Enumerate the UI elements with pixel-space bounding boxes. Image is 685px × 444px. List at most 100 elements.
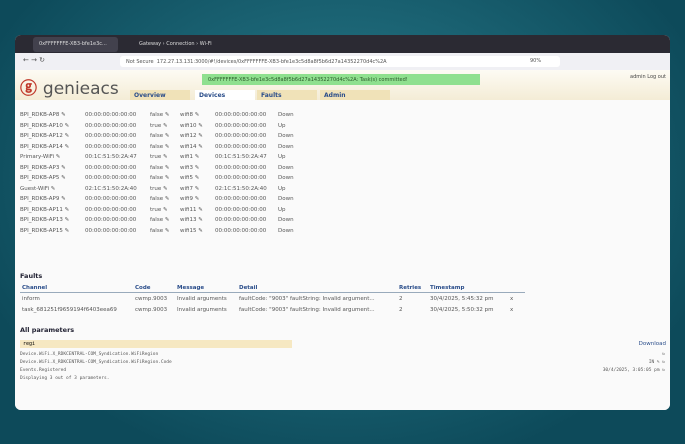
wifi-cell[interactable]: BPI_RDKB-AP13 ✎: [20, 217, 69, 223]
wifi-cell: Down: [278, 143, 294, 150]
wifi-cell: Down: [278, 112, 294, 118]
wifi-cell: 02:1C:51:50:2A:40: [85, 185, 137, 192]
wifi-cell: 00:00:00:00:00:00: [85, 217, 137, 223]
params-summary: Displaying 3 out of 3 parameters.: [20, 376, 110, 381]
wifi-cell[interactable]: BPI_RDKB-AP15 ✎: [20, 228, 69, 234]
wifi-cell[interactable]: wifi12 ✎: [180, 133, 203, 139]
wifi-cell[interactable]: wifi13 ✎: [180, 217, 203, 223]
wifi-cell: 00:00:00:00:00:00: [215, 175, 267, 181]
fault-cell: Invalid arguments: [177, 296, 227, 302]
nav-bar: ← → ↻ Not Secure 172.27.13.131:3000/#!/d…: [15, 53, 670, 70]
wifi-cell[interactable]: wifi10 ✎: [180, 123, 203, 129]
browser-window: 0xFFFFFFFE-XB3-bfe1e3c... Gateway › Conn…: [15, 35, 670, 410]
wifi-cell: 00:00:00:00:00:00: [85, 164, 137, 171]
fault-cell: 30/4/2025, 5:50:32 pm: [430, 307, 494, 313]
wifi-cell[interactable]: BPI_RDKB-AP8 ✎: [20, 112, 66, 118]
wifi-cell[interactable]: BPI_RDKB-AP5 ✎: [20, 175, 66, 181]
security-label: Not Secure: [126, 59, 154, 65]
wifi-cell[interactable]: BPI_RDKB-AP10 ✎: [20, 123, 69, 129]
param-row: Events.Registered 30/4/2025, 3:05:05 pm ↻: [20, 368, 665, 378]
tab-gateway[interactable]: Gateway › Connection › Wi-Fi: [133, 37, 218, 52]
zoom-level[interactable]: 90%: [530, 58, 541, 64]
wifi-cell[interactable]: false ✎: [150, 175, 169, 181]
param-value[interactable]: IN ✎ ↻: [649, 360, 665, 365]
fault-row: inform cwmp.9003 Invalid arguments faultCod…: [20, 296, 530, 306]
nav-devices[interactable]: Devices: [195, 90, 255, 100]
wifi-cell[interactable]: false ✎: [150, 228, 169, 234]
wifi-cell[interactable]: wifi11 ✎: [180, 207, 203, 213]
wifi-cell: 02:1C:51:50:2A:40: [215, 185, 267, 192]
wifi-cell[interactable]: true ✎: [150, 186, 168, 192]
wifi-cell[interactable]: true ✎: [150, 123, 168, 129]
wifi-cell: 00:00:00:00:00:00: [85, 196, 137, 202]
fault-row: task_681251f9659194f6403eea69 cwmp.9003 In…: [20, 307, 530, 317]
wifi-cell[interactable]: false ✎: [150, 165, 169, 171]
faults-header: Channel Code Message Detail Retries Time…: [20, 282, 525, 293]
wifi-cell: 00:00:00:00:00:00: [215, 112, 267, 118]
wifi-cell[interactable]: wifi5 ✎: [180, 175, 199, 181]
wifi-cell[interactable]: true ✎: [150, 154, 168, 160]
fault-cell: faultCode: "9003" faultString: Invalid a…: [239, 307, 375, 313]
col-retries: Retries: [399, 285, 422, 291]
wifi-cell[interactable]: BPI_RDKB-AP12 ✎: [20, 133, 69, 139]
url-text: 172.27.13.131:3000/#!/devices/0xFFFFFFFE…: [156, 59, 387, 65]
nav-overview[interactable]: Overview: [130, 90, 190, 100]
wifi-cell[interactable]: wifi1 ✎: [180, 154, 199, 160]
back-icon[interactable]: ← → ↻: [23, 56, 45, 64]
nav-faults[interactable]: Faults: [257, 90, 317, 100]
wifi-cell[interactable]: BPI_RDKB-AP9 ✎: [20, 196, 66, 202]
wifi-cell: 00:00:00:00:00:00: [215, 206, 267, 213]
logout-link[interactable]: Log out: [647, 74, 666, 80]
tab-genieacs[interactable]: 0xFFFFFFFE-XB3-bfe1e3c...: [33, 37, 118, 52]
username: admin: [630, 74, 646, 80]
faults-title: Faults: [20, 272, 43, 280]
param-value[interactable]: 30/4/2025, 3:05:05 pm ↻: [603, 368, 665, 373]
wifi-cell: 00:1C:51:50:2A:47: [85, 154, 137, 160]
fault-cell: faultCode: "9003" faultString: Invalid a…: [239, 296, 375, 302]
param-search-input[interactable]: regi: [20, 340, 292, 348]
wifi-cell: Down: [278, 217, 294, 223]
wifi-cell: Up: [278, 206, 286, 213]
wifi-cell[interactable]: wifi3 ✎: [180, 165, 199, 171]
wifi-cell[interactable]: wifi9 ✎: [180, 196, 199, 202]
page-content: BPI_RDKB-AP8 ✎ 00:00:00:00:00:00 false ✎ wi…: [15, 70, 670, 410]
delete-fault-button[interactable]: x: [510, 307, 513, 313]
wifi-cell[interactable]: true ✎: [150, 207, 168, 213]
notification: 0xFFFFFFFE-XB3-bfe1e3c5d8a8f5b6d27a14352…: [202, 74, 480, 85]
param-value[interactable]: ↻: [662, 352, 665, 357]
wifi-cell: 00:00:00:00:00:00: [215, 164, 267, 171]
col-code: Code: [135, 285, 151, 291]
wifi-cell: 00:00:00:00:00:00: [215, 143, 267, 150]
wifi-cell[interactable]: wifi8 ✎: [180, 112, 199, 118]
download-link[interactable]: Download: [639, 341, 666, 347]
wifi-cell[interactable]: Guest-WiFi ✎: [20, 186, 55, 192]
nav-admin[interactable]: Admin: [320, 90, 390, 100]
wifi-cell: Up: [278, 185, 286, 192]
wifi-cell[interactable]: false ✎: [150, 217, 169, 223]
wifi-cell: Up: [278, 154, 286, 160]
address-bar[interactable]: Not Secure 172.27.13.131:3000/#!/devices…: [120, 56, 560, 67]
wifi-cell[interactable]: BPI_RDKB-AP11 ✎: [20, 207, 69, 213]
wifi-cell: 00:00:00:00:00:00: [85, 227, 137, 234]
wifi-cell[interactable]: wifi7 ✎: [180, 186, 199, 192]
wifi-cell: Down: [278, 175, 294, 181]
wifi-cell[interactable]: BPI_RDKB-AP3 ✎: [20, 165, 66, 171]
wifi-cell[interactable]: wifi15 ✎: [180, 228, 203, 234]
wifi-cell[interactable]: false ✎: [150, 144, 169, 150]
wifi-cell[interactable]: false ✎: [150, 112, 169, 118]
tab-bar: 0xFFFFFFFE-XB3-bfe1e3c... Gateway › Conn…: [15, 35, 670, 53]
logo: ⓖ genieacs: [20, 79, 119, 99]
wifi-cell[interactable]: false ✎: [150, 196, 169, 202]
fault-cell: 2: [399, 307, 403, 313]
wifi-cell[interactable]: Primary-WiFi ✎: [20, 154, 60, 160]
wifi-cell[interactable]: BPI_RDKB-AP14 ✎: [20, 144, 69, 150]
wifi-cell: 00:00:00:00:00:00: [85, 206, 137, 213]
wifi-cell[interactable]: wifi14 ✎: [180, 144, 203, 150]
wifi-cell: 00:00:00:00:00:00: [215, 217, 267, 223]
wifi-cell: Down: [278, 164, 294, 171]
wifi-cell: 00:00:00:00:00:00: [85, 143, 137, 150]
wifi-cell[interactable]: false ✎: [150, 133, 169, 139]
wifi-cell: 00:00:00:00:00:00: [85, 133, 137, 139]
delete-fault-button[interactable]: x: [510, 296, 513, 302]
fault-cell: Invalid arguments: [177, 307, 227, 313]
